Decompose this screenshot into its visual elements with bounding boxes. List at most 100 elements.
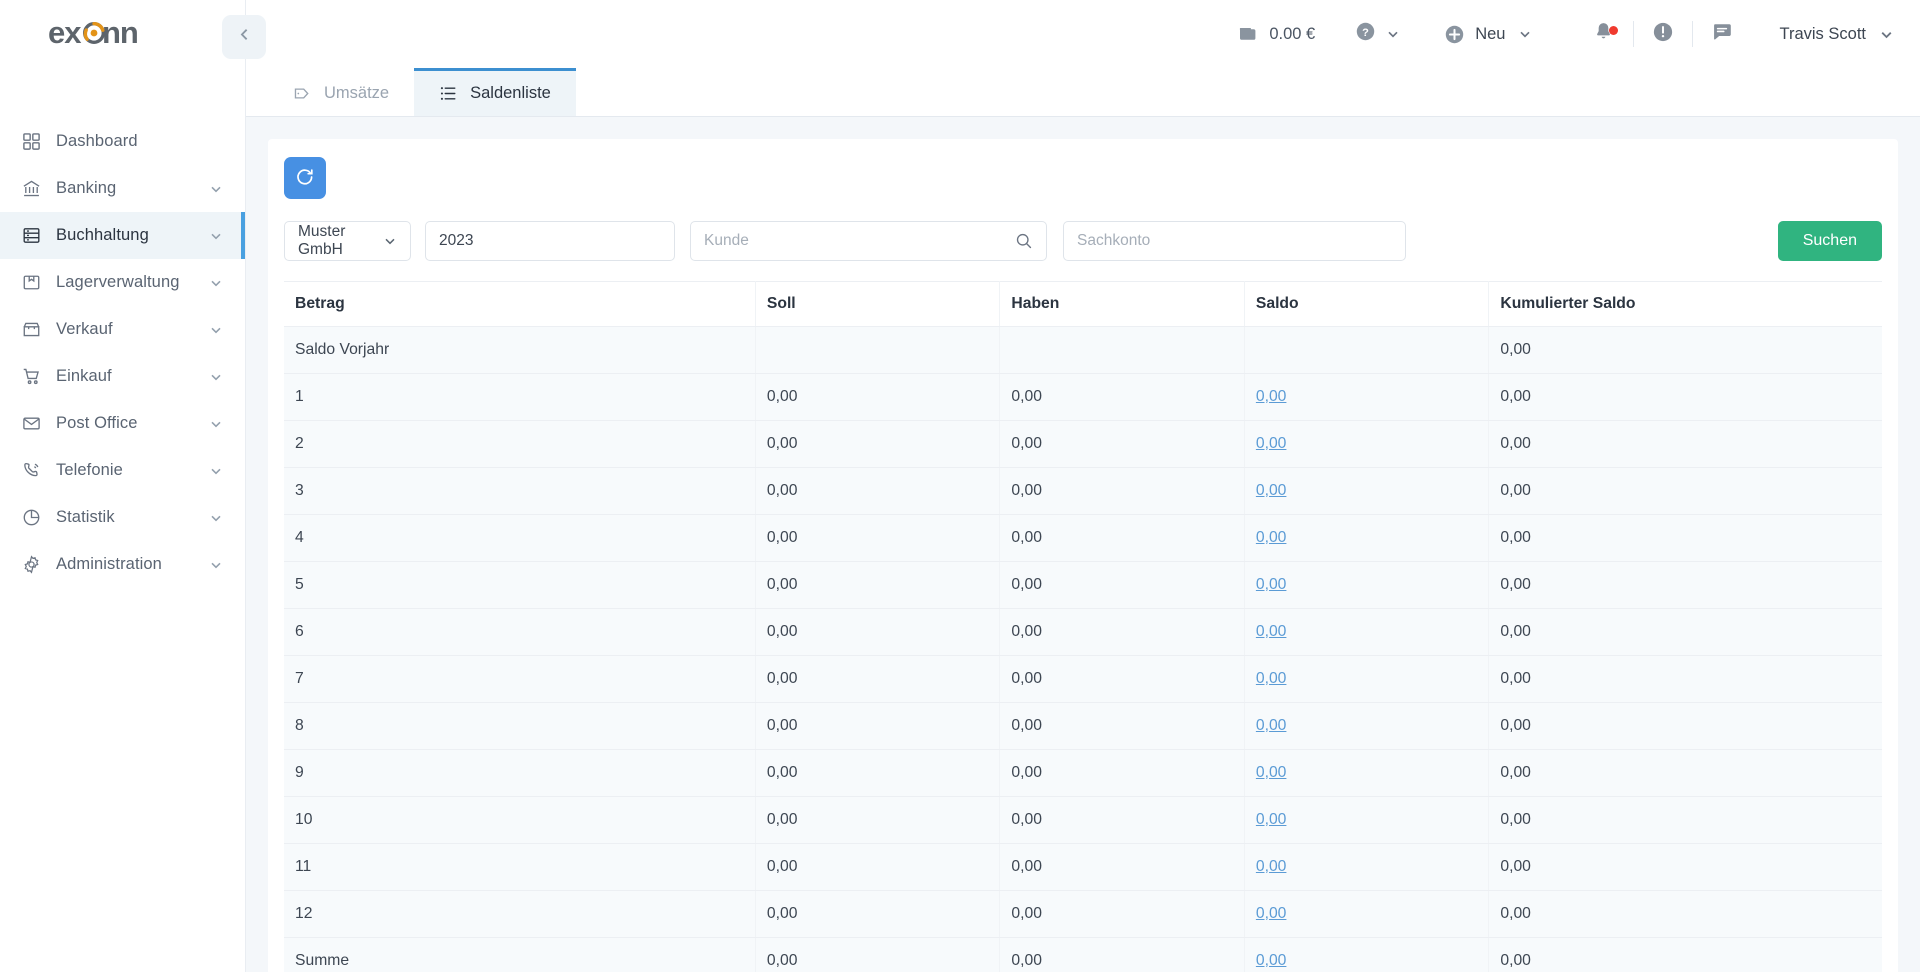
help-menu[interactable]: ? xyxy=(1355,21,1400,47)
table-row: 5 0,00 0,00 0,00 0,00 xyxy=(284,561,1882,609)
sidebar-item-label: Post Office xyxy=(56,414,138,432)
sidebar-item-label: Telefonie xyxy=(56,461,123,479)
new-menu-button[interactable]: Neu xyxy=(1444,24,1531,45)
sidebar-item-statistik[interactable]: Statistik xyxy=(0,494,245,541)
table-row: 4 0,00 0,00 0,00 0,00 xyxy=(284,514,1882,562)
cell-saldo: 0,00 xyxy=(1244,702,1490,750)
tab-umsaetze[interactable]: Umsätze xyxy=(268,68,414,116)
cell-haben: 0,00 xyxy=(999,608,1245,656)
sidebar-item-verkauf[interactable]: Verkauf xyxy=(0,306,245,353)
wallet-amount: 0.00 € xyxy=(1269,24,1316,43)
grid-icon xyxy=(22,132,48,151)
sidebar-item-lagerverwaltung[interactable]: Lagerverwaltung xyxy=(0,259,245,306)
wallet-balance[interactable]: 0.00 € xyxy=(1238,24,1315,44)
search-button[interactable]: Suchen xyxy=(1777,221,1882,261)
cell-haben: 0,00 xyxy=(999,890,1245,938)
sidebar-collapse-button[interactable] xyxy=(222,15,266,59)
messages-button[interactable] xyxy=(1702,21,1742,48)
exclamation-circle-icon xyxy=(1652,21,1674,48)
sidebar-item-dashboard[interactable]: Dashboard xyxy=(0,118,245,165)
sidebar-item-banking[interactable]: Banking xyxy=(0,165,245,212)
saldo-link[interactable]: 0,00 xyxy=(1256,952,1287,969)
divider xyxy=(1632,21,1634,47)
account-input[interactable]: Sachkonto xyxy=(1063,221,1406,261)
cell-betrag: 6 xyxy=(284,608,756,656)
cell-soll: 0,00 xyxy=(755,561,1001,609)
cell-kumulierter-saldo: 0,00 xyxy=(1488,467,1882,515)
divider xyxy=(1691,21,1693,47)
cell-kumulierter-saldo: 0,00 xyxy=(1488,373,1882,421)
saldo-link[interactable]: 0,00 xyxy=(1256,482,1287,499)
sidebar-item-administration[interactable]: Administration xyxy=(0,541,245,588)
sidebar-item-telefonie[interactable]: Telefonie xyxy=(0,447,245,494)
year-input-value: 2023 xyxy=(439,232,474,249)
cell-kumulierter-saldo: 0,00 xyxy=(1488,843,1882,891)
table-row: 12 0,00 0,00 0,00 0,00 xyxy=(284,890,1882,938)
cell-haben: 0,00 xyxy=(999,937,1245,972)
tab-label: Saldenliste xyxy=(470,84,551,102)
chevron-down-icon xyxy=(383,234,397,248)
tab-label: Umsätze xyxy=(324,84,390,102)
cart-icon xyxy=(22,367,48,386)
cell-haben: 0,00 xyxy=(999,514,1245,562)
chevron-down-icon xyxy=(209,229,223,243)
svg-text:?: ? xyxy=(1362,27,1369,39)
cell-soll: 0,00 xyxy=(755,749,1001,797)
saldo-link[interactable]: 0,00 xyxy=(1256,670,1287,687)
chevron-left-icon xyxy=(237,27,252,47)
notification-badge xyxy=(1608,26,1618,35)
list-icon xyxy=(439,84,458,103)
cell-kumulierter-saldo: 0,00 xyxy=(1488,420,1882,468)
sidebar-item-label: Administration xyxy=(56,555,162,573)
saldo-link[interactable]: 0,00 xyxy=(1256,435,1287,452)
cell-saldo: 0,00 xyxy=(1244,608,1490,656)
saldo-link[interactable]: 0,00 xyxy=(1256,905,1287,922)
chevron-down-icon xyxy=(1518,27,1532,41)
company-select[interactable]: Muster GmbH xyxy=(284,221,411,261)
table-row: 2 0,00 0,00 0,00 0,00 xyxy=(284,420,1882,468)
sidebar-item-einkauf[interactable]: Einkauf xyxy=(0,353,245,400)
tab-saldenliste[interactable]: Saldenliste xyxy=(414,68,576,116)
ledger-icon xyxy=(22,226,48,245)
customer-search-input[interactable]: Kunde xyxy=(690,221,1047,261)
sidebar-item-buchhaltung[interactable]: Buchhaltung xyxy=(0,212,245,259)
sidebar-item-post-office[interactable]: Post Office xyxy=(0,400,245,447)
brand-logo[interactable]: ex nn xyxy=(0,0,245,68)
refresh-button[interactable] xyxy=(284,157,326,199)
saldo-link[interactable]: 0,00 xyxy=(1256,811,1287,828)
app-root: ex nn Dashboard Banking Buchhaltung Lage… xyxy=(0,0,1920,972)
cell-saldo: 0,00 xyxy=(1244,796,1490,844)
notifications-button[interactable] xyxy=(1584,21,1624,47)
search-icon[interactable] xyxy=(1015,232,1033,250)
tab-bar: Umsätze Saldenliste xyxy=(246,68,1920,117)
year-input[interactable]: 2023 xyxy=(425,221,675,261)
cell-kumulierter-saldo: 0,00 xyxy=(1488,796,1882,844)
saldo-link[interactable]: 0,00 xyxy=(1256,858,1287,875)
saldo-link[interactable]: 0,00 xyxy=(1256,576,1287,593)
saldo-link[interactable]: 0,00 xyxy=(1256,529,1287,546)
cell-betrag: Summe xyxy=(284,937,756,972)
saldo-link[interactable]: 0,00 xyxy=(1256,388,1287,405)
chevron-down-icon xyxy=(1386,27,1400,41)
cell-haben: 0,00 xyxy=(999,561,1245,609)
chevron-down-icon xyxy=(1879,27,1894,42)
cell-kumulierter-saldo: 0,00 xyxy=(1488,655,1882,703)
table-row: 3 0,00 0,00 0,00 0,00 xyxy=(284,467,1882,515)
cell-saldo: 0,00 xyxy=(1244,655,1490,703)
user-menu[interactable]: Travis Scott xyxy=(1780,25,1895,44)
saldo-link[interactable]: 0,00 xyxy=(1256,623,1287,640)
sidebar-item-label: Einkauf xyxy=(56,367,112,385)
cell-soll: 0,00 xyxy=(755,702,1001,750)
tag-icon xyxy=(293,84,312,103)
cell-soll: 0,00 xyxy=(755,937,1001,972)
table-row: 7 0,00 0,00 0,00 0,00 xyxy=(284,655,1882,703)
table-row: 9 0,00 0,00 0,00 0,00 xyxy=(284,749,1882,797)
main-area: 0.00 € ? Neu Travis Scott Umsätze Salden… xyxy=(246,0,1920,972)
cell-soll: 0,00 xyxy=(755,796,1001,844)
saldo-link[interactable]: 0,00 xyxy=(1256,764,1287,781)
top-header: 0.00 € ? Neu Travis Scott xyxy=(246,0,1920,68)
saldo-link[interactable]: 0,00 xyxy=(1256,717,1287,734)
alerts-button[interactable] xyxy=(1643,21,1683,48)
cell-betrag: 7 xyxy=(284,655,756,703)
cell-haben: 0,00 xyxy=(999,796,1245,844)
